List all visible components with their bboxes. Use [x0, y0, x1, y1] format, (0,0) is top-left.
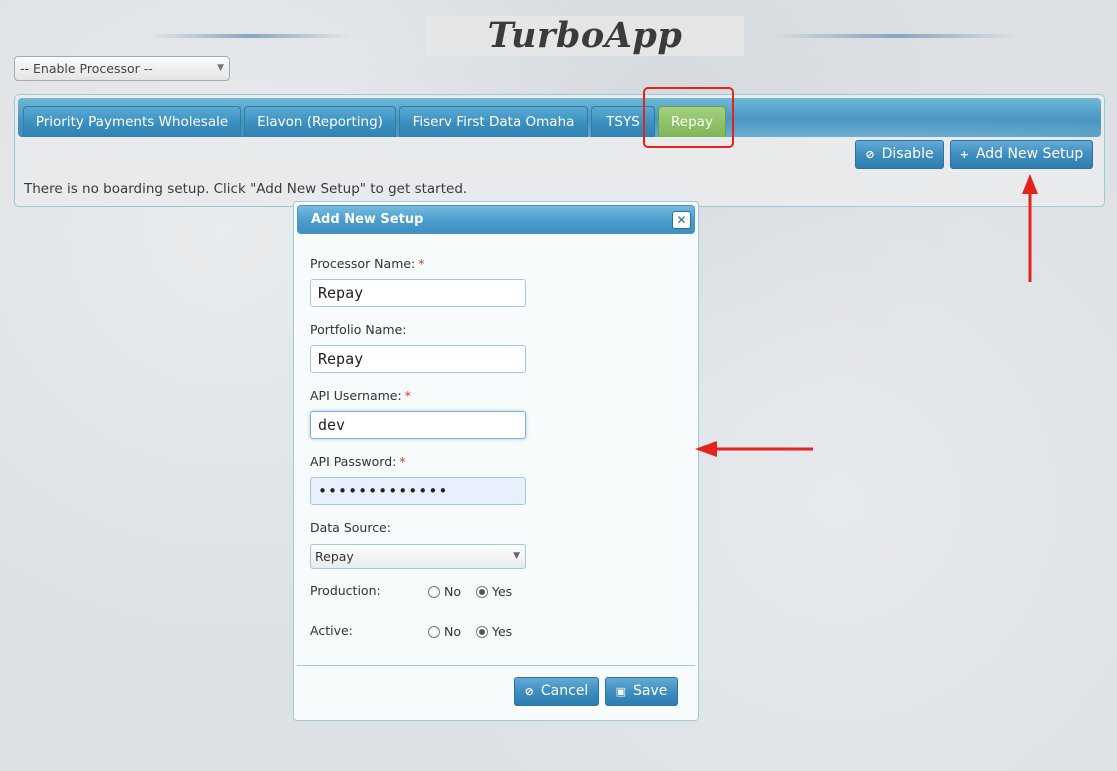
save-label: Save: [633, 683, 668, 699]
ban-icon: ⊘: [524, 685, 534, 698]
disable-label: Disable: [881, 146, 934, 162]
add-new-setup-label: Add New Setup: [975, 146, 1084, 162]
ban-icon: ⊘: [865, 148, 875, 161]
annotation-highlight-box: [643, 87, 734, 148]
tab-priority-payments-wholesale[interactable]: Priority Payments Wholesale: [23, 106, 241, 137]
portfolio-name-label: Portfolio Name:: [310, 322, 407, 337]
plus-icon: +: [959, 148, 969, 161]
tab-label: Elavon (Reporting): [257, 114, 383, 130]
dialog-divider: [297, 665, 695, 666]
empty-state-message: There is no boarding setup. Click "Add N…: [24, 181, 468, 197]
api-username-label: API Username: *: [310, 388, 411, 403]
tab-elavon-reporting[interactable]: Elavon (Reporting): [244, 106, 396, 137]
cancel-button[interactable]: ⊘ Cancel: [514, 677, 599, 706]
data-source-select[interactable]: Repay ▼: [310, 544, 526, 569]
radio-yes[interactable]: [475, 586, 488, 598]
tab-label: Fiserv First Data Omaha: [412, 114, 575, 130]
production-label: Production:: [310, 583, 381, 598]
required-marker: *: [418, 256, 425, 271]
api-password-input[interactable]: •••••••••••••: [310, 477, 526, 505]
add-new-setup-button[interactable]: + Add New Setup: [950, 140, 1093, 169]
header-decoration-left: [150, 34, 350, 38]
portfolio-name-input[interactable]: Repay: [310, 345, 526, 373]
production-no-option[interactable]: No: [428, 584, 461, 599]
active-radio-group: No Yes: [428, 624, 523, 639]
app-title: TurboApp: [487, 15, 683, 56]
active-label: Active:: [310, 623, 353, 638]
app-logo: TurboApp: [426, 16, 744, 56]
data-source-label: Data Source:: [310, 520, 391, 535]
dialog-title: Add New Setup: [311, 212, 424, 227]
processor-name-label: Processor Name: *: [310, 256, 425, 271]
radio-no[interactable]: [428, 586, 440, 598]
tab-label: Priority Payments Wholesale: [35, 114, 229, 130]
active-yes-option[interactable]: Yes: [475, 624, 512, 639]
tab-bar: Priority Payments Wholesale Elavon (Repo…: [18, 98, 1101, 137]
active-no-option[interactable]: No: [428, 624, 461, 639]
close-icon[interactable]: ✕: [672, 211, 691, 229]
chevron-down-icon: ▼: [513, 551, 520, 561]
production-yes-option[interactable]: Yes: [475, 584, 512, 599]
production-radio-group: No Yes: [428, 584, 523, 599]
annotation-arrow-up: [1022, 174, 1038, 282]
disable-button[interactable]: ⊘ Disable: [855, 140, 944, 169]
radio-no[interactable]: [428, 626, 440, 638]
chevron-down-icon: ▼: [217, 63, 224, 73]
dialog-titlebar[interactable]: Add New Setup ✕: [297, 205, 695, 234]
api-username-input[interactable]: dev: [310, 411, 526, 439]
header-decoration-right: [770, 34, 1020, 38]
required-marker: *: [404, 388, 411, 403]
enable-processor-select[interactable]: -- Enable Processor -- ▼: [14, 56, 230, 81]
api-password-label: API Password: *: [310, 454, 406, 469]
cancel-label: Cancel: [540, 683, 589, 699]
required-marker: *: [399, 454, 406, 469]
save-button[interactable]: ▣ Save: [605, 677, 678, 706]
radio-yes[interactable]: [475, 626, 488, 638]
annotation-arrow-left: [695, 441, 813, 457]
tab-label: TSYS: [606, 114, 640, 130]
tab-fiserv-first-data-omaha[interactable]: Fiserv First Data Omaha: [399, 106, 588, 137]
data-source-value: Repay: [315, 549, 354, 564]
add-new-setup-dialog: Add New Setup ✕ Processor Name: * Repay P…: [293, 201, 699, 721]
floppy-disk-icon: ▣: [615, 685, 627, 698]
processor-name-input[interactable]: Repay: [310, 279, 526, 307]
enable-processor-value: -- Enable Processor --: [20, 61, 153, 76]
